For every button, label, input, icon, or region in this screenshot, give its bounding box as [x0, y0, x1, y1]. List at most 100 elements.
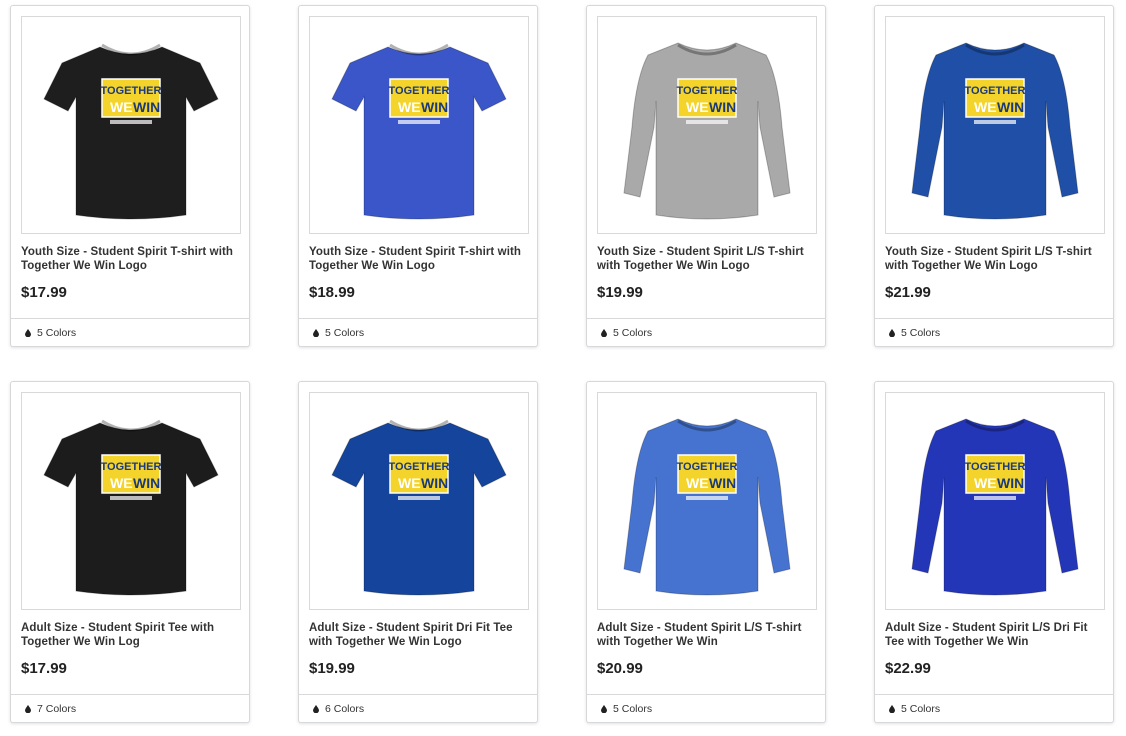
- color-count[interactable]: 5 Colors: [313, 327, 364, 339]
- divider: [587, 694, 825, 695]
- color-count-label: 5 Colors: [613, 327, 653, 339]
- color-count-label: 7 Colors: [37, 703, 77, 715]
- product-title[interactable]: Adult Size - Student Spirit L/S Dri Fit …: [885, 621, 1107, 649]
- shirt-shape: [43, 422, 219, 596]
- product-card[interactable]: TOGETHER WE WIN Youth Size - Student Spiri…: [874, 5, 1114, 347]
- product-card[interactable]: TOGETHER WE WIN Adult Size - Student Spiri…: [586, 381, 826, 723]
- logo-text-top: TOGETHER: [965, 85, 1026, 97]
- product-image[interactable]: TOGETHER WE WIN: [597, 392, 817, 610]
- droplet-icon: [25, 329, 31, 337]
- droplet-icon: [601, 705, 607, 713]
- product-price: $17.99: [21, 284, 67, 301]
- shirt-illustration: TOGETHER WE WIN: [911, 418, 1079, 596]
- logo-tagline: [110, 120, 152, 124]
- logo-tagline: [110, 496, 152, 500]
- color-count-label: 5 Colors: [901, 703, 941, 715]
- logo-tagline: [686, 120, 728, 124]
- product-grid: TOGETHER WE WIN Youth Size - Student Spiri…: [0, 0, 1126, 736]
- product-card[interactable]: TOGETHER WE WIN Adult Size - Student Spiri…: [10, 381, 250, 723]
- divider: [11, 318, 249, 319]
- color-count[interactable]: 5 Colors: [25, 327, 76, 339]
- logo-text-top: TOGETHER: [677, 85, 738, 97]
- product-image[interactable]: TOGETHER WE WIN: [309, 392, 529, 610]
- product-title[interactable]: Youth Size - Student Spirit T-shirt with…: [309, 245, 531, 273]
- divider: [875, 694, 1113, 695]
- droplet-icon: [889, 705, 895, 713]
- shirt-illustration: TOGETHER WE WIN: [331, 419, 507, 596]
- divider: [875, 318, 1113, 319]
- product-price: $19.99: [597, 284, 643, 301]
- logo-text-we: WE: [398, 99, 421, 115]
- logo-tagline: [974, 496, 1016, 500]
- product-card[interactable]: TOGETHER WE WIN Youth Size - Student Spiri…: [298, 5, 538, 347]
- product-image[interactable]: TOGETHER WE WIN: [21, 16, 241, 234]
- logo-text-win: WIN: [997, 99, 1024, 115]
- logo-text-we: WE: [110, 475, 133, 491]
- shirt-shape: [911, 418, 1079, 596]
- shirt-illustration: TOGETHER WE WIN: [623, 42, 791, 220]
- logo-text-we: WE: [686, 99, 709, 115]
- logo-text-win: WIN: [709, 99, 736, 115]
- shirt-shape: [331, 46, 507, 220]
- color-count[interactable]: 7 Colors: [25, 703, 76, 715]
- logo-text-top: TOGETHER: [389, 461, 450, 473]
- product-title[interactable]: Adult Size - Student Spirit Tee with Tog…: [21, 621, 243, 649]
- logo-text-top: TOGETHER: [965, 461, 1026, 473]
- divider: [587, 318, 825, 319]
- logo-text-win: WIN: [421, 99, 448, 115]
- logo-text-top: TOGETHER: [389, 85, 450, 97]
- color-count-label: 5 Colors: [901, 327, 941, 339]
- logo-text-we: WE: [110, 99, 133, 115]
- divider: [11, 694, 249, 695]
- product-card[interactable]: TOGETHER WE WIN Adult Size - Student Spiri…: [874, 381, 1114, 723]
- product-price: $21.99: [885, 284, 931, 301]
- logo-text-we: WE: [974, 99, 997, 115]
- droplet-icon: [601, 329, 607, 337]
- logo-text-win: WIN: [709, 475, 736, 491]
- product-price: $19.99: [309, 660, 355, 677]
- product-price: $18.99: [309, 284, 355, 301]
- shirt-illustration: TOGETHER WE WIN: [623, 418, 791, 596]
- divider: [299, 694, 537, 695]
- divider: [299, 318, 537, 319]
- product-image[interactable]: TOGETHER WE WIN: [885, 392, 1105, 610]
- shirt-illustration: TOGETHER WE WIN: [331, 43, 507, 220]
- color-count[interactable]: 5 Colors: [601, 327, 652, 339]
- product-image[interactable]: TOGETHER WE WIN: [309, 16, 529, 234]
- product-card[interactable]: TOGETHER WE WIN Youth Size - Student Spiri…: [10, 5, 250, 347]
- product-title[interactable]: Adult Size - Student Spirit Dri Fit Tee …: [309, 621, 531, 649]
- product-card[interactable]: TOGETHER WE WIN Youth Size - Student Spiri…: [586, 5, 826, 347]
- color-count-label: 5 Colors: [613, 703, 653, 715]
- product-title[interactable]: Youth Size - Student Spirit L/S T-shirt …: [885, 245, 1107, 273]
- product-price: $17.99: [21, 660, 67, 677]
- logo-tagline: [398, 496, 440, 500]
- droplet-icon: [889, 329, 895, 337]
- product-card[interactable]: TOGETHER WE WIN Adult Size - Student Spiri…: [298, 381, 538, 723]
- droplet-icon: [25, 705, 31, 713]
- product-image[interactable]: TOGETHER WE WIN: [597, 16, 817, 234]
- product-title[interactable]: Youth Size - Student Spirit T-shirt with…: [21, 245, 243, 273]
- color-count[interactable]: 5 Colors: [889, 327, 940, 339]
- product-price: $22.99: [885, 660, 931, 677]
- shirt-shape: [911, 42, 1079, 220]
- shirt-shape: [43, 46, 219, 220]
- color-count-label: 5 Colors: [37, 327, 77, 339]
- product-title[interactable]: Youth Size - Student Spirit L/S T-shirt …: [597, 245, 819, 273]
- product-title[interactable]: Adult Size - Student Spirit L/S T-shirt …: [597, 621, 819, 649]
- logo-text-we: WE: [398, 475, 421, 491]
- color-count-label: 5 Colors: [325, 327, 365, 339]
- product-price: $20.99: [597, 660, 643, 677]
- color-count[interactable]: 6 Colors: [313, 703, 364, 715]
- logo-text-top: TOGETHER: [101, 85, 162, 97]
- droplet-icon: [313, 705, 319, 713]
- logo-tagline: [974, 120, 1016, 124]
- color-count[interactable]: 5 Colors: [889, 703, 940, 715]
- droplet-icon: [313, 329, 319, 337]
- color-count[interactable]: 5 Colors: [601, 703, 652, 715]
- product-image[interactable]: TOGETHER WE WIN: [21, 392, 241, 610]
- shirt-shape: [623, 418, 791, 596]
- product-image[interactable]: TOGETHER WE WIN: [885, 16, 1105, 234]
- shirt-illustration: TOGETHER WE WIN: [43, 419, 219, 596]
- logo-text-win: WIN: [997, 475, 1024, 491]
- logo-tagline: [398, 120, 440, 124]
